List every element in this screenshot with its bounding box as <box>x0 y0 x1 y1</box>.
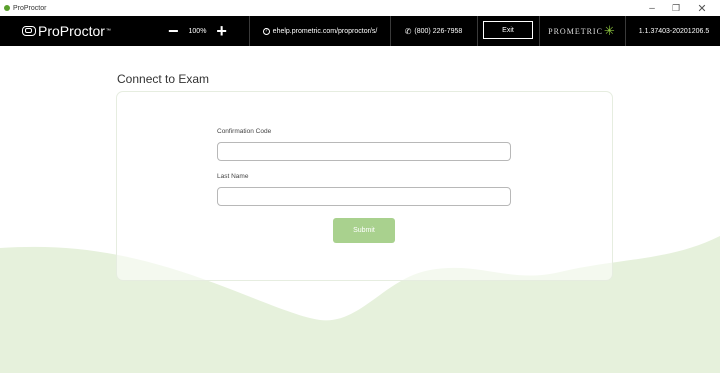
app-icon <box>4 5 10 11</box>
toolbar-divider <box>625 16 626 46</box>
exit-button[interactable]: Exit <box>483 21 533 39</box>
zoom-in-button[interactable]: + <box>216 22 227 40</box>
version-label: 1.1.37403-20201206.5 <box>638 27 710 35</box>
help-link[interactable]: ? ehelp.prometric.com/proproctor/s/ <box>250 16 390 46</box>
last-name-input[interactable] <box>217 187 511 206</box>
logo-text: ProProctor <box>38 23 105 39</box>
maximize-button[interactable]: ❐ <box>664 0 688 16</box>
confirmation-code-label: Confirmation Code <box>217 128 272 135</box>
last-name-label: Last Name <box>217 173 249 180</box>
minimize-button[interactable]: – <box>640 0 664 16</box>
window-title: ProProctor <box>13 4 47 12</box>
proproctor-logo-icon <box>22 26 36 36</box>
connect-form-card <box>116 91 613 281</box>
prometric-burst-icon: ✳ <box>603 23 616 39</box>
page-title: Connect to Exam <box>117 72 210 86</box>
phone-number: ✆ (800) 226-7958 <box>391 16 476 46</box>
zoom-out-button[interactable]: − <box>168 22 179 40</box>
help-link-text: ehelp.prometric.com/proproctor/s/ <box>272 27 378 35</box>
zoom-control: − 100% + <box>168 16 227 46</box>
window-titlebar: ProProctor – ❐ ✕ <box>0 0 720 16</box>
top-toolbar: ProProctor ™ − 100% + ? ehelp.prometric.… <box>0 16 720 46</box>
close-button[interactable]: ✕ <box>690 0 714 16</box>
trademark-mark: ™ <box>105 28 111 34</box>
phone-icon: ✆ <box>404 26 412 36</box>
prometric-logo: PROMETRIC ✳ <box>540 16 624 46</box>
phone-text: (800) 226-7958 <box>414 27 463 35</box>
submit-button[interactable]: Submit <box>333 218 395 243</box>
proproctor-logo: ProProctor ™ <box>22 16 111 46</box>
toolbar-divider <box>477 16 478 46</box>
confirmation-code-input[interactable] <box>217 142 511 161</box>
brand-text: PROMETRIC <box>548 26 603 36</box>
help-icon: ? <box>262 27 270 35</box>
zoom-level: 100% <box>188 27 207 35</box>
